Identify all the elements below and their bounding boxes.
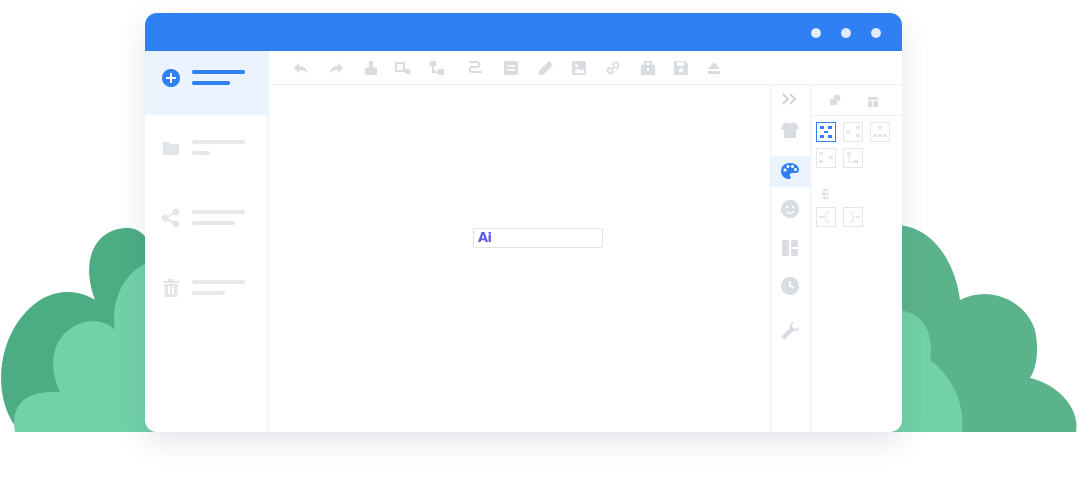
layout-thumb-4[interactable] [816,148,836,168]
note-icon[interactable] [503,60,519,76]
window-dot-3[interactable] [871,28,881,38]
clock-icon[interactable] [780,276,800,296]
window-dot-1[interactable] [811,28,821,38]
redo-icon[interactable] [328,60,344,76]
sidebar-line-secondary [192,291,225,295]
insert-node-icon[interactable] [395,60,411,76]
insert-child-icon[interactable] [429,60,445,76]
sidebar-line-primary [192,210,245,214]
window-dot-2[interactable] [841,28,851,38]
sidebar [145,51,269,432]
trash-icon [163,279,179,297]
layout-thumb-2[interactable] [843,122,863,142]
folder-icon [163,142,179,155]
layout-tab-icon[interactable] [867,96,879,108]
ai-logo: Ai [478,231,492,246]
structure-thumb-2[interactable] [843,207,863,227]
shapes-icon[interactable] [829,94,841,106]
mindmap-canvas[interactable]: Ai [269,85,770,432]
sidebar-item-new[interactable] [145,51,268,115]
share-icon [161,208,180,228]
wrench-icon[interactable] [780,321,800,341]
shirt-icon[interactable] [780,120,800,140]
save-icon[interactable] [673,60,689,76]
layout-thumb-5[interactable] [843,148,863,168]
sidebar-line-secondary [192,221,235,225]
style-panel [810,85,902,432]
sidebar-line-secondary [192,151,210,155]
ai-prompt-input[interactable]: Ai [473,228,603,248]
export-icon[interactable] [706,60,722,76]
smiley-icon[interactable] [780,199,800,219]
package-icon[interactable] [640,60,656,76]
structure-icon [821,189,829,199]
panel-tabs [810,85,902,116]
title-bar [145,13,902,51]
sidebar-line-primary [192,140,245,144]
insert-summary-icon[interactable] [467,60,483,76]
app-window: Ai [145,13,902,432]
format-painter-icon[interactable] [363,60,379,76]
pen-icon[interactable] [538,60,554,76]
image-icon[interactable] [571,60,587,76]
toolbar [269,51,902,85]
side-rail [770,85,811,432]
layout-icon[interactable] [780,238,800,258]
collapse-icon[interactable] [780,89,800,109]
layout-thumb-1[interactable] [816,122,836,142]
plus-circle-icon [162,69,180,87]
sidebar-item-share[interactable] [145,191,268,255]
sidebar-line-primary [192,280,245,284]
link-icon[interactable] [605,60,621,76]
sidebar-item-folder[interactable] [145,121,268,185]
structure-thumb-1[interactable] [816,207,836,227]
sidebar-line-primary [192,70,245,74]
palette-icon[interactable] [780,161,800,181]
undo-icon[interactable] [293,60,309,76]
sidebar-line-secondary [192,81,230,85]
sidebar-item-trash[interactable] [145,261,268,325]
layout-thumb-3[interactable] [870,122,890,142]
